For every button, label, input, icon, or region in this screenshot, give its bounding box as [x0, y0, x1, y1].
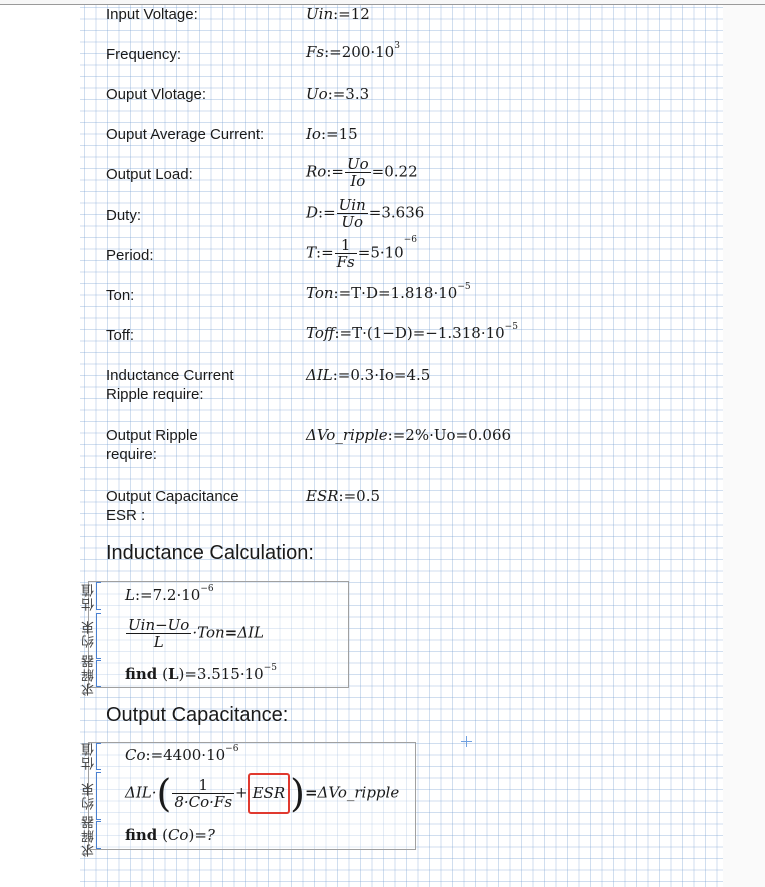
heading-inductance: Inductance Calculation:: [106, 542, 314, 564]
math-uo[interactable]: Uo:=3.3: [306, 85, 369, 103]
constraint-capacitance[interactable]: ΔIL·(1 8·Co·Fs + ESR)=ΔVo_ripple: [125, 773, 399, 814]
label-inductance-ripple: Inductance Current Ripple require:: [106, 367, 234, 403]
left-margin: [0, 5, 80, 887]
label-esr: Output Capacitance ESR :: [106, 488, 239, 524]
label-solver-2: 求解器: [82, 815, 97, 857]
find-co[interactable]: find (Co)=?: [125, 826, 215, 844]
label-guess-2: 估值: [82, 742, 97, 770]
math-io[interactable]: Io:=15: [306, 125, 358, 143]
label-output-current: Ouput Average Current:: [106, 126, 265, 143]
label-guess: 估值: [82, 583, 97, 611]
label-toff: Toff:: [106, 327, 135, 344]
right-margin: [723, 5, 765, 887]
label-constraint-2: 约束: [82, 782, 97, 810]
crosshair-cursor-icon: [461, 736, 472, 747]
label-ton: Ton:: [106, 287, 135, 304]
math-uin[interactable]: Uin:=12: [306, 5, 370, 23]
label-period: Period:: [106, 247, 154, 264]
math-delta-il[interactable]: ΔIL:=0.3·Io=4.5: [306, 366, 430, 384]
label-solver: 求解器: [82, 654, 97, 696]
math-t[interactable]: T:= 1 Fs =5·10−6: [306, 235, 417, 270]
math-toff[interactable]: Toff:=T·(1−D)=−1.318·10−5: [306, 322, 518, 342]
label-output-voltage: Ouput Vlotage:: [106, 86, 207, 103]
guess-co[interactable]: Co:=4400·10−6: [125, 744, 238, 764]
label-output-load: Output Load:: [106, 166, 193, 183]
heading-capacitance: Output Capacitance:: [106, 704, 289, 726]
math-ton[interactable]: Ton:=T·D=1.818·10−5: [306, 282, 471, 302]
esr-highlight[interactable]: ESR: [247, 773, 291, 814]
math-esr[interactable]: ESR:=0.5: [306, 487, 380, 505]
math-d[interactable]: D:= Uin Uo =3.636: [306, 197, 424, 230]
label-frequency: Frequency:: [106, 46, 182, 63]
label-duty: Duty:: [106, 207, 142, 224]
label-constraint: 约束: [82, 620, 97, 648]
find-l[interactable]: find (L)=3.515·10−5: [125, 663, 277, 683]
math-delta-vo-ripple[interactable]: ΔVo_ripple:=2%·Uo=0.066: [306, 426, 511, 444]
guess-l[interactable]: L:=7.2·10−6: [125, 584, 214, 604]
label-input-voltage: Input Voltage:: [106, 6, 198, 23]
math-fs[interactable]: Fs:=200·103: [306, 41, 400, 61]
label-output-ripple: Output Ripple require:: [106, 427, 198, 463]
constraint-inductance[interactable]: Uin−Uo L ·Ton=ΔIL: [125, 617, 264, 650]
math-ro[interactable]: Ro:= Uo Io =0.22: [306, 156, 418, 189]
